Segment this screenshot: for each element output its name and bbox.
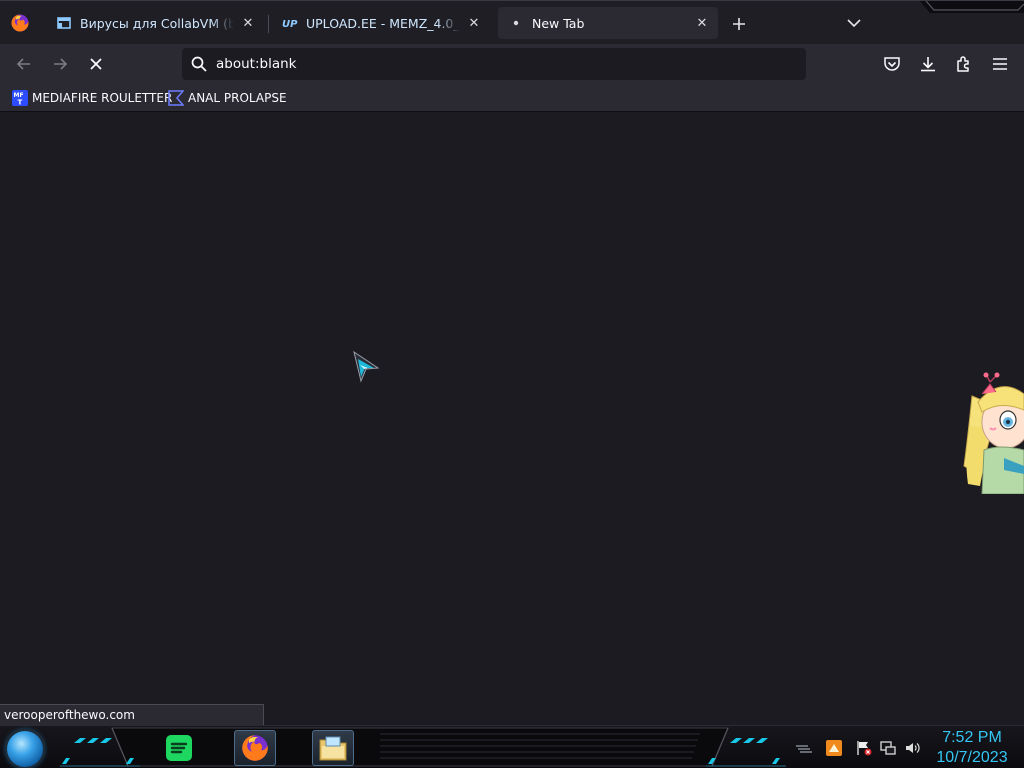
clock-time: 7:52 PM (942, 729, 1002, 746)
arrow-right-icon (54, 58, 68, 70)
back-button[interactable] (12, 52, 36, 76)
address-bar[interactable] (182, 48, 806, 80)
taskbar: 7:52 PM 10/7/2023 (0, 725, 1024, 768)
system-clock[interactable]: 7:52 PM 10/7/2023 (932, 728, 1012, 768)
mouse-cursor-icon (353, 351, 380, 383)
svg-text:T: T (18, 99, 23, 107)
network-icon[interactable] (880, 740, 896, 756)
tab-separator (268, 15, 269, 33)
tab-new-tab[interactable]: New Tab ✕ (498, 7, 718, 39)
table-icon (56, 15, 72, 31)
start-button[interactable] (7, 731, 43, 767)
cartoon-girl-sticker-icon (963, 372, 1024, 494)
clock-date: 10/7/2023 (936, 749, 1008, 766)
taskbar-firefox[interactable] (234, 730, 276, 766)
firefox-menu-icon[interactable] (10, 13, 30, 33)
svg-text:UP: UP (282, 19, 298, 29)
tab-upload-ee[interactable]: UP UPLOAD.EE - MEMZ_4.0_by_Test ✕ (272, 7, 490, 39)
action-center-flag-icon[interactable] (856, 740, 872, 756)
bookmark-label: MEDIAFIRE ROULETTER (32, 91, 173, 105)
download-icon (921, 57, 935, 72)
pocket-icon (884, 57, 900, 71)
close-tab-icon[interactable]: ✕ (466, 15, 482, 31)
status-bar-link-preview: verooperofthewo.com (0, 704, 264, 726)
stop-button[interactable] (84, 52, 108, 76)
mediafire-icon: MF T (12, 90, 28, 106)
plus-icon (733, 18, 745, 30)
tab-strip: Вирусы для CollabVM (by Test ✕ UP UPLOAD… (0, 0, 1024, 44)
navigation-toolbar (0, 44, 1024, 84)
tab-collabvm[interactable]: Вирусы для CollabVM (by Test ✕ (46, 7, 264, 39)
extensions-button[interactable] (952, 52, 976, 76)
bookmark-label: ANAL PROLAPSE (188, 91, 287, 105)
folder-icon (319, 736, 347, 761)
arrow-left-icon (16, 58, 30, 70)
pocket-button[interactable] (880, 52, 904, 76)
stop-x-icon (90, 58, 102, 70)
forward-button[interactable] (48, 52, 72, 76)
tab-title: UPLOAD.EE - MEMZ_4.0_by_Test (306, 15, 460, 31)
app-menu-button[interactable] (988, 52, 1012, 76)
puzzle-piece-icon (957, 56, 969, 72)
firefox-icon (242, 735, 268, 761)
close-tab-icon[interactable]: ✕ (240, 15, 256, 31)
close-tab-icon[interactable]: ✕ (694, 15, 710, 31)
list-all-tabs-chevron-icon[interactable] (844, 14, 864, 32)
tab-title: New Tab (532, 15, 585, 31)
taskbar-file-explorer[interactable] (312, 730, 354, 766)
up-icon: UP (282, 15, 298, 31)
tab-title: Вирусы для CollabVM (by Test (80, 15, 234, 31)
tray-app-icon[interactable] (826, 740, 842, 756)
volume-icon[interactable] (904, 740, 920, 756)
downloads-button[interactable] (916, 52, 940, 76)
bookmark-anal-prolapse[interactable]: ANAL PROLAPSE (168, 88, 287, 108)
spotify-icon (166, 735, 192, 761)
bookmarks-toolbar: MF T MEDIAFIRE ROULETTER ANAL PROLAPSE (0, 84, 1024, 112)
search-icon (191, 56, 207, 72)
hamburger-menu-icon (993, 58, 1007, 70)
show-hidden-icons-icon[interactable] (794, 740, 814, 756)
page-content-blank[interactable] (0, 113, 1024, 725)
status-text: verooperofthewo.com (4, 708, 135, 722)
new-tab-button[interactable] (728, 13, 750, 35)
url-input[interactable] (216, 56, 806, 72)
bookmark-sigma-icon (168, 90, 184, 106)
bookmark-mediafire-rouletter[interactable]: MF T MEDIAFIRE ROULETTER (12, 88, 172, 108)
taskbar-spotify[interactable] (158, 730, 200, 766)
skin-decoration (920, 1, 1024, 13)
loading-dot-icon (508, 15, 524, 31)
